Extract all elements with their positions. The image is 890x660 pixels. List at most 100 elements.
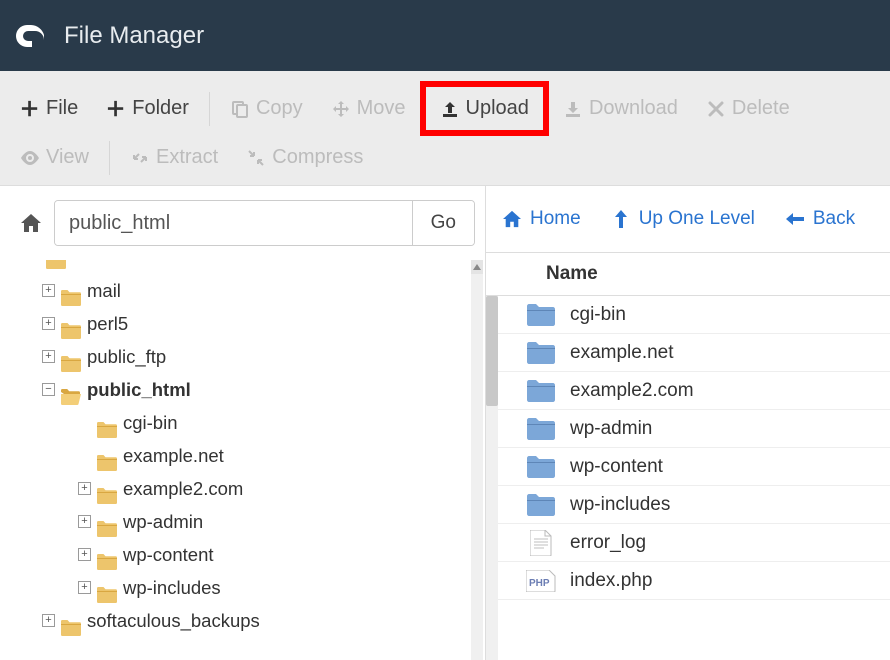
- tree-toggle-icon[interactable]: +: [78, 482, 91, 495]
- extract-icon: [130, 148, 150, 168]
- path-bar: Go: [0, 186, 485, 260]
- file-icon: [526, 530, 556, 556]
- tree-node[interactable]: example.net: [0, 439, 485, 472]
- tree-toggle-icon[interactable]: +: [78, 581, 91, 594]
- tree-toggle-icon[interactable]: +: [78, 515, 91, 528]
- tree-node-label: example.net: [121, 439, 224, 472]
- folder-icon: [97, 415, 117, 431]
- file-name: cgi-bin: [570, 304, 626, 326]
- tree-node-label: example2.com: [121, 472, 243, 505]
- eye-icon: [20, 148, 40, 168]
- extract-label: Extract: [156, 146, 218, 169]
- tree-node[interactable]: + mail: [0, 274, 485, 307]
- file-row[interactable]: example2.com: [486, 372, 890, 410]
- extract-button[interactable]: Extract: [116, 136, 232, 179]
- plus-icon: [106, 99, 126, 119]
- folder-icon: [526, 454, 556, 480]
- list-scrollbar[interactable]: [486, 296, 498, 660]
- tree-node[interactable]: cgi-bin: [0, 406, 485, 439]
- toolbar-row-2: View Extract Compress: [6, 136, 884, 179]
- tree-toggle-blank: [78, 416, 91, 429]
- tree-toggle-icon[interactable]: +: [42, 317, 55, 330]
- toolbar-row-1: File Folder Copy Move Up: [6, 81, 884, 136]
- nav-home-label: Home: [530, 208, 581, 230]
- tree-scrollbar[interactable]: [471, 260, 483, 660]
- new-folder-label: Folder: [132, 97, 189, 120]
- copy-button[interactable]: Copy: [216, 87, 317, 130]
- view-button[interactable]: View: [6, 136, 103, 179]
- svg-text:PHP: PHP: [529, 578, 550, 589]
- folder-tree[interactable]: logs + mail + perl5+public_ftp−public_htmlcg…: [0, 260, 485, 637]
- nav-back-label: Back: [813, 208, 855, 230]
- upload-label: Upload: [466, 97, 529, 120]
- file-name: index.php: [570, 570, 652, 592]
- new-file-button[interactable]: File: [6, 87, 92, 130]
- nav-home-link[interactable]: Home: [502, 208, 581, 230]
- tree-node[interactable]: −public_html: [0, 373, 485, 406]
- tree-toggle-icon[interactable]: +: [78, 548, 91, 561]
- tree-node[interactable]: +public_ftp: [0, 340, 485, 373]
- tree-node-label: wp-includes: [121, 571, 221, 604]
- tree-node[interactable]: + wp-content: [0, 538, 485, 571]
- file-row[interactable]: wp-includes: [486, 486, 890, 524]
- app-header: File Manager: [0, 0, 890, 71]
- file-row[interactable]: wp-admin: [486, 410, 890, 448]
- content-area: Go logs + mail + perl5+public_ftp−public_htm…: [0, 186, 890, 660]
- list-column-name[interactable]: Name: [486, 252, 890, 296]
- nav-up-link[interactable]: Up One Level: [611, 208, 755, 230]
- file-row[interactable]: PHP index.php: [486, 562, 890, 600]
- download-button[interactable]: Download: [549, 87, 692, 130]
- go-button[interactable]: Go: [412, 201, 474, 245]
- scroll-up-icon[interactable]: [471, 260, 483, 274]
- tree-toggle-icon[interactable]: +: [42, 350, 55, 363]
- tree-node-truncated[interactable]: logs: [0, 260, 485, 274]
- toolbar-separator: [109, 141, 110, 175]
- file-row[interactable]: example.net: [486, 334, 890, 372]
- tree-node[interactable]: + example2.com: [0, 472, 485, 505]
- compress-button[interactable]: Compress: [232, 136, 377, 179]
- home-icon: [20, 213, 42, 233]
- upload-button[interactable]: Upload: [426, 87, 543, 130]
- download-label: Download: [589, 97, 678, 120]
- move-icon: [331, 99, 351, 119]
- path-input[interactable]: [55, 201, 412, 245]
- tree-node[interactable]: + wp-includes: [0, 571, 485, 604]
- folder-icon: [526, 492, 556, 518]
- copy-label: Copy: [256, 97, 303, 120]
- file-name: example.net: [570, 342, 674, 364]
- delete-icon: [706, 99, 726, 119]
- folder-icon: [526, 302, 556, 328]
- file-row[interactable]: error_log: [486, 524, 890, 562]
- file-row[interactable]: cgi-bin: [486, 296, 890, 334]
- left-pane: Go logs + mail + perl5+public_ftp−public_htm…: [0, 186, 486, 660]
- new-folder-button[interactable]: Folder: [92, 87, 203, 130]
- folder-tree-container: logs + mail + perl5+public_ftp−public_htmlcg…: [0, 260, 485, 660]
- php-file-icon: PHP: [526, 568, 556, 594]
- list-scroll-thumb[interactable]: [486, 296, 498, 406]
- file-list: cgi-bin example.net example2.com wp-admin wp…: [486, 296, 890, 660]
- move-button[interactable]: Move: [317, 87, 420, 130]
- folder-icon: [97, 514, 117, 530]
- tree-node-label: perl5: [85, 307, 128, 340]
- tree-toggle-icon[interactable]: −: [42, 383, 55, 396]
- tree-node-label: softaculous_backups: [85, 604, 260, 637]
- tree-node-label: wp-content: [121, 538, 214, 571]
- file-row[interactable]: wp-content: [486, 448, 890, 486]
- tree-toggle-icon[interactable]: +: [42, 614, 55, 627]
- nav-back-link[interactable]: Back: [785, 208, 855, 230]
- folder-icon: [61, 316, 81, 332]
- up-arrow-icon: [611, 209, 631, 229]
- tree-toggle-icon[interactable]: +: [42, 284, 55, 297]
- file-name: wp-content: [570, 456, 663, 478]
- tree-node[interactable]: +wp-admin: [0, 505, 485, 538]
- file-name: error_log: [570, 532, 646, 554]
- copy-icon: [230, 99, 250, 119]
- delete-button[interactable]: Delete: [692, 87, 804, 130]
- home-tree-button[interactable]: [8, 200, 54, 246]
- folder-icon: [97, 580, 117, 596]
- tree-node[interactable]: + softaculous_backups: [0, 604, 485, 637]
- view-label: View: [46, 146, 89, 169]
- file-name: example2.com: [570, 380, 694, 402]
- tree-node-label: mail: [85, 274, 121, 307]
- tree-node[interactable]: + perl5: [0, 307, 485, 340]
